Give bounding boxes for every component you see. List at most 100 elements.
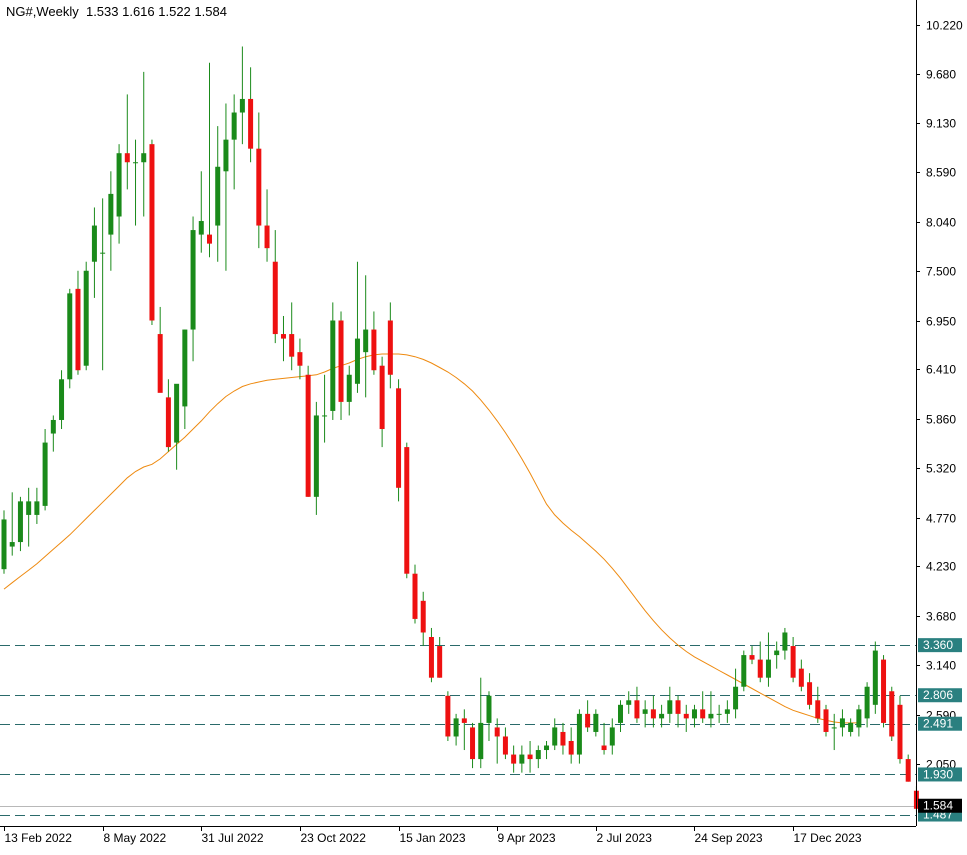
candle-81 [667,686,673,723]
candle-28 [231,94,237,190]
candle-body [305,374,311,497]
candle-body [91,225,97,262]
y-tick-label: 4.230 [926,560,956,574]
candle-body [387,320,393,375]
candle-0 [1,510,7,574]
candle-63 [519,745,525,773]
candle-68 [560,722,566,755]
x-tick-label: 17 Dec 2023 [794,831,862,845]
level-label-1: 2.806 [918,688,962,703]
candle-body [59,379,65,420]
candle-34 [280,315,286,362]
candle-body [67,293,73,380]
candle-87 [716,704,722,723]
candle-7 [59,370,65,430]
candle-92 [757,641,763,683]
candle-30 [248,67,254,163]
candle-body [807,682,813,705]
level-label-0: 3.360 [918,638,962,653]
x-tick-label: 13 Feb 2022 [5,831,73,845]
candle-body [593,713,599,732]
candle-body [544,745,550,751]
candle-48 [396,379,402,502]
candle-body [190,230,196,330]
candle-102 [839,709,845,737]
candle-body [141,153,147,163]
candle-109 [897,695,903,764]
candle-55 [453,713,459,746]
candle-42 [346,365,352,416]
candle-38 [313,401,319,515]
candle-body [659,713,665,719]
candle-21 [174,383,180,470]
candle-body [683,713,689,719]
candle-body [700,709,706,719]
candle-9 [75,270,81,375]
candle-11 [91,207,97,298]
candle-14 [116,144,122,244]
candle-36 [297,338,303,380]
candle-body [83,270,89,366]
candle-body [765,659,771,678]
candle-body [848,722,854,732]
candle-body [511,754,517,764]
candle-body [897,704,903,760]
candle-52 [428,627,434,683]
x-tick-label: 31 Jul 2022 [202,831,264,845]
candle-body [100,252,106,254]
candle-97 [798,659,804,692]
candle-body [50,419,56,434]
candle-107 [881,655,887,728]
level-label-text: 2.491 [923,717,953,731]
candle-41 [338,311,344,420]
candle-77 [634,686,640,723]
candle-body [124,153,130,163]
candle-body [428,637,434,678]
candle-body [215,166,221,226]
candle-body [872,650,878,705]
candle-43 [354,261,360,393]
y-tick-label: 5.320 [926,462,956,476]
candle-body [108,193,114,235]
candle-body [486,695,492,723]
candle-58 [478,677,484,769]
candle-body [149,144,155,321]
x-tick-label: 15 Jan 2023 [400,831,466,845]
candle-body [478,722,484,760]
y-tick-label: 5.860 [926,413,956,427]
current-price-label: 1.584 [918,798,962,813]
x-tick-label: 8 May 2022 [104,831,167,845]
candle-body [856,709,862,728]
candle-90 [741,650,747,692]
candle-body [519,754,525,764]
candle-12 [100,198,106,371]
candle-108 [889,686,895,741]
candle-71 [585,700,591,732]
candle-70 [576,709,582,764]
candle-88 [724,700,730,723]
candle-10 [83,261,89,371]
candle-body [601,745,607,751]
candle-29 [239,46,245,145]
candle-37 [305,365,311,497]
x-tick-label: 24 Sep 2023 [695,831,763,845]
candle-83 [683,704,689,732]
candle-75 [618,700,623,732]
candle-body [264,225,270,249]
candle-body [165,397,171,448]
candle-body [75,288,81,371]
x-tick-label: 2 Jul 2023 [597,831,653,845]
candle-8 [67,288,73,389]
candle-body [346,374,352,402]
candle-99 [815,686,821,723]
chart-area[interactable]: 10.220 9.680 9.130 8.590 8.040 7.500 6.950 6.41… [0,0,967,850]
candle-17 [141,71,147,217]
candle-91 [749,646,755,665]
y-tick-label: 6.410 [926,363,956,377]
y-tick-label: 8.590 [926,166,956,180]
candle-45 [371,311,377,375]
candle-body [198,221,204,235]
candlestick-chart[interactable]: 10.220 9.680 9.130 8.590 8.040 7.500 6.950 6.41… [0,0,967,850]
candle-56 [461,709,467,751]
candle-body [667,700,673,714]
